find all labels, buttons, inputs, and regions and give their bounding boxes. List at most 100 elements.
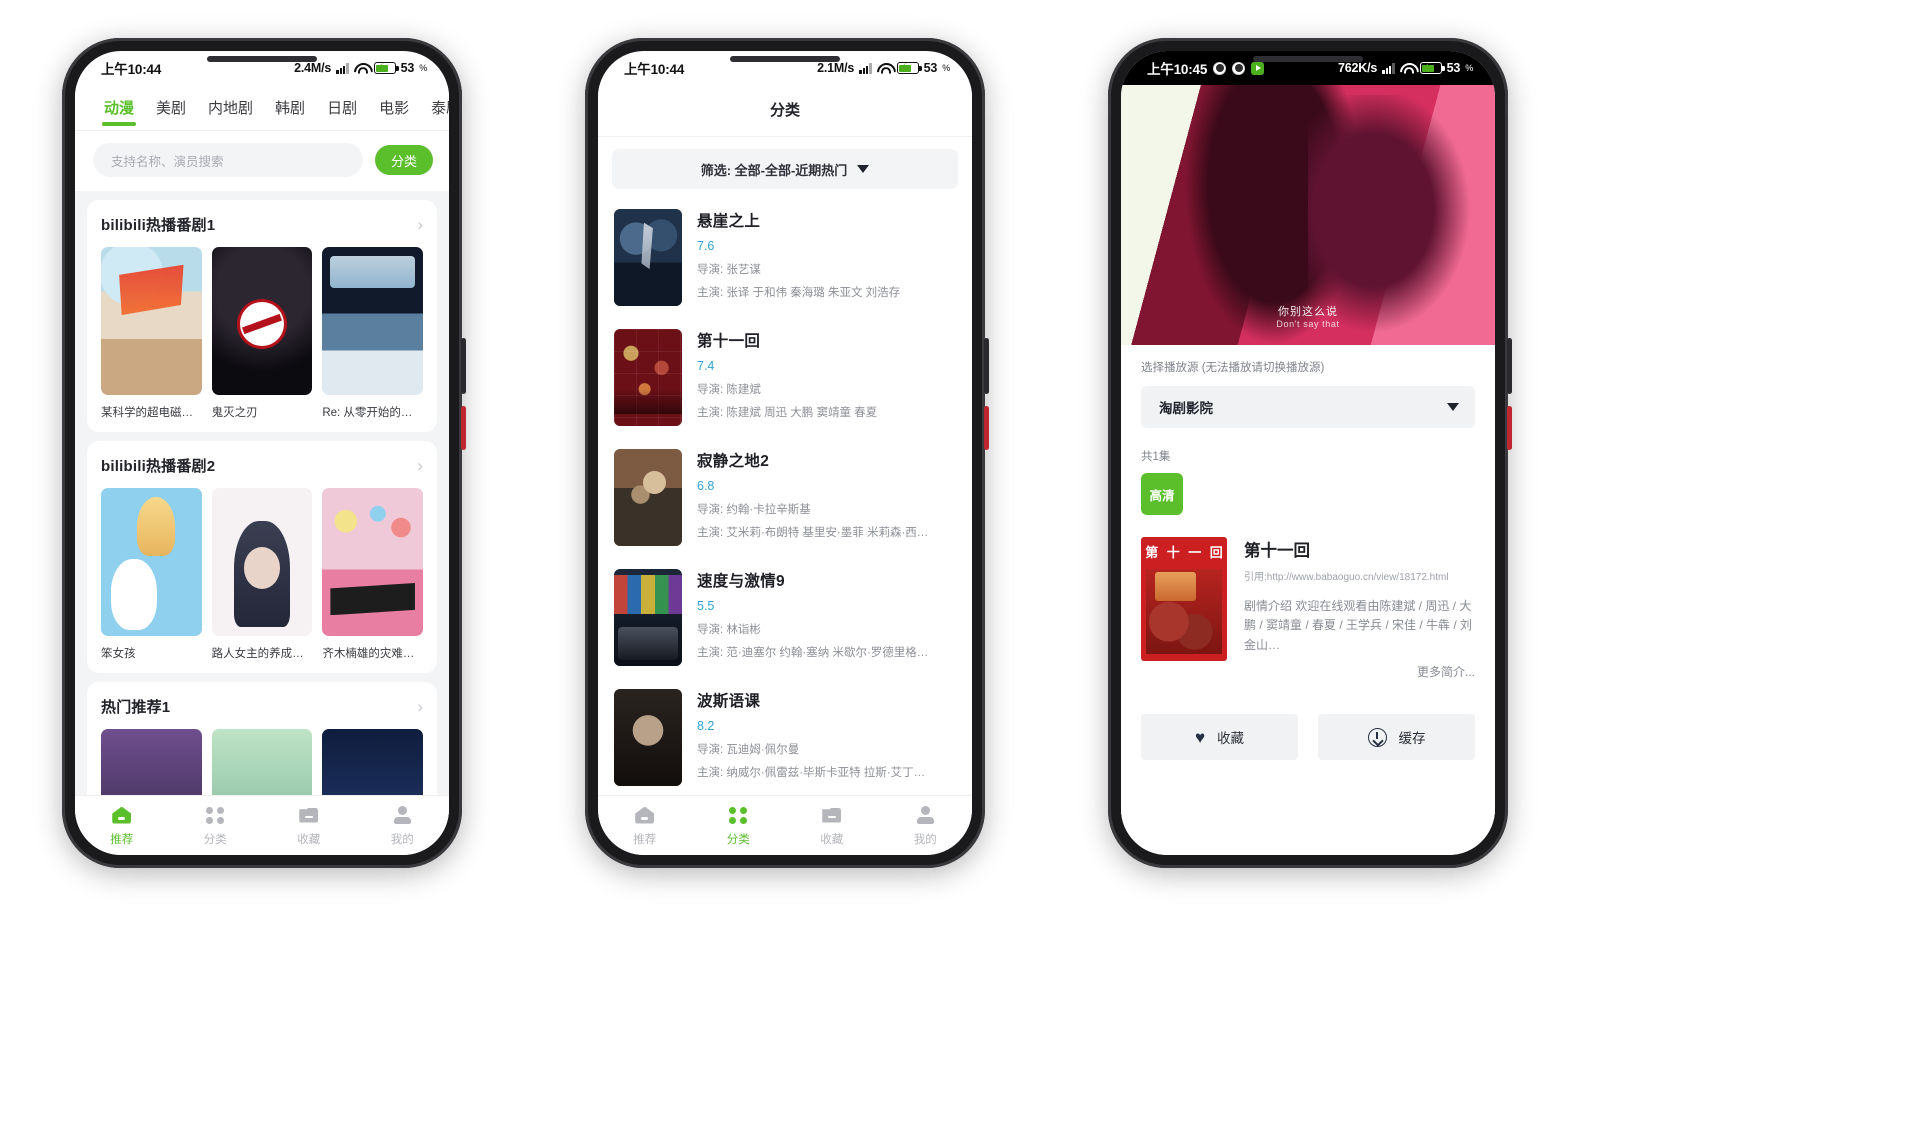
- poster-cell[interactable]: 齐木楠雄的灾难…: [322, 488, 424, 661]
- tab-neidiju[interactable]: 内地剧: [197, 93, 264, 130]
- favorite-button[interactable]: ♥ 收藏: [1141, 714, 1298, 761]
- movie-title: 波斯语课: [697, 693, 761, 710]
- poster-char: 十: [1166, 545, 1180, 560]
- phone3-clock: 上午10:45: [1147, 62, 1208, 77]
- nav-label: 分类: [203, 833, 227, 846]
- user-icon: [915, 805, 936, 826]
- poster-image: [101, 729, 202, 795]
- chevron-down-icon: [1447, 403, 1459, 411]
- section-header[interactable]: bilibili热播番剧1 ›: [101, 214, 423, 235]
- tab-active-underline: [102, 122, 137, 126]
- nav-item-recommend[interactable]: 推荐: [75, 805, 169, 847]
- phone2-power-button[interactable]: [984, 406, 989, 450]
- poster-cell[interactable]: 某科学的超电磁…: [101, 247, 202, 420]
- tab-meiju[interactable]: 美剧: [145, 93, 197, 130]
- tab-donghua[interactable]: 动漫: [93, 93, 145, 130]
- search-placeholder: 支持名称、演员搜索: [111, 154, 224, 169]
- video-player[interactable]: 你别这么说 Don't say that: [1121, 85, 1495, 345]
- phone1-status-left: 上午10:44: [101, 58, 161, 78]
- home-icon: [634, 805, 655, 826]
- chevron-right-icon[interactable]: ›: [417, 216, 423, 233]
- section-header[interactable]: 热门推荐1 ›: [101, 696, 423, 717]
- chevron-right-icon[interactable]: ›: [417, 698, 423, 715]
- movie-score: 5.5: [697, 599, 715, 613]
- detail-title: 第十一回: [1244, 542, 1310, 560]
- movie-info: 第十一回 7.4 导演: 陈建斌 主演: 陈建斌 周迅 大鹏 窦靖童 春夏: [697, 329, 956, 427]
- movie-cast: 主演: 范·迪塞尔 约翰·塞纳 米歇尔·罗德里格…: [697, 647, 929, 659]
- movie-detail-row: 第 十 一 回 第十一回 引用:http://www.babaoguo.cn/v…: [1141, 537, 1475, 680]
- poster-cell[interactable]: 路人女主的养成…: [211, 488, 313, 661]
- nav-label: 推荐: [110, 833, 134, 846]
- movie-director: 导演: 林诣彬: [697, 624, 761, 636]
- cache-button[interactable]: 缓存: [1318, 714, 1475, 761]
- signal-bars-icon: [336, 62, 349, 74]
- heart-icon: ♥: [1194, 727, 1206, 747]
- nav-item-recommend[interactable]: 推荐: [598, 805, 692, 847]
- subtitle-chinese: 你别这么说: [1278, 306, 1338, 318]
- tab-riju[interactable]: 日剧: [316, 93, 368, 130]
- movie-list[interactable]: 悬崖之上 7.6 导演: 张艺谋 主演: 张译 于和伟 秦海璐 朱亚文 刘浩存 …: [598, 193, 972, 795]
- poster-cell[interactable]: Re: 从零开始的…: [322, 247, 424, 420]
- phone2-status-right: 2.1M/s ⚡ 53 %: [817, 61, 950, 75]
- list-item[interactable]: 第十一回 7.4 导演: 陈建斌 主演: 陈建斌 周迅 大鹏 窦靖童 春夏: [598, 319, 972, 439]
- nav-item-mine[interactable]: 我的: [879, 805, 973, 847]
- phone1-battery-percent-sign: %: [419, 63, 427, 73]
- tab-dianying[interactable]: 电影: [368, 93, 420, 130]
- nav-item-favorites[interactable]: 收藏: [785, 805, 879, 847]
- phone2-volume-button[interactable]: [984, 338, 989, 394]
- chevron-right-icon[interactable]: ›: [417, 457, 423, 474]
- subtitle-english: Don't say that: [1276, 319, 1340, 329]
- phone1-clock: 上午10:44: [101, 62, 162, 77]
- search-input[interactable]: 支持名称、演员搜索: [93, 143, 363, 177]
- list-item[interactable]: 悬崖之上 7.6 导演: 张艺谋 主演: 张译 于和伟 秦海璐 朱亚文 刘浩存: [598, 199, 972, 319]
- phone1-net-speed: 2.4M/s: [294, 61, 332, 75]
- poster-image: [322, 247, 424, 395]
- category-button[interactable]: 分类: [375, 145, 433, 175]
- nav-label: 分类: [726, 833, 750, 846]
- detail-poster: 第 十 一 回: [1141, 537, 1227, 661]
- phone1-speaker: [207, 56, 317, 62]
- episode-chip-hd[interactable]: 高清: [1141, 473, 1183, 515]
- nav-item-favorites[interactable]: 收藏: [262, 805, 356, 847]
- poster-cell[interactable]: [101, 729, 202, 795]
- list-item[interactable]: 波斯语课 8.2 导演: 瓦迪姆·佩尔曼 主演: 纳威尔·佩雷兹·毕斯卡亚特 拉…: [598, 679, 972, 795]
- section-header[interactable]: bilibili热播番剧2 ›: [101, 455, 423, 476]
- recommend-feed[interactable]: bilibili热播番剧1 › 某科学的超电磁… 鬼灭之刃 Re: 从零开始的……: [75, 191, 449, 795]
- poster-cell[interactable]: [211, 729, 313, 795]
- page-title: 分类: [598, 85, 972, 137]
- list-item[interactable]: 速度与激情9 5.5 导演: 林诣彬 主演: 范·迪塞尔 约翰·塞纳 米歇尔·罗…: [598, 559, 972, 679]
- nav-item-category[interactable]: 分类: [692, 805, 786, 847]
- section-title: bilibili热播番剧1: [101, 217, 216, 234]
- poster-image: [211, 729, 313, 795]
- detail-description: 剧情介绍 欢迎在线观看由陈建斌 / 周迅 / 大鹏 / 窦靖童 / 春夏 / 王…: [1244, 599, 1473, 652]
- phone3-power-button[interactable]: [1507, 406, 1512, 450]
- tab-taiju[interactable]: 泰剧: [420, 93, 449, 130]
- source-selector-label: 选择播放源 (无法播放请切换播放源): [1141, 362, 1325, 374]
- nav-label: 推荐: [633, 833, 657, 846]
- phone1-screen: 上午10:44 2.4M/s ⚡ 53 % 动漫 美剧 内地剧 韩剧 日剧 电影…: [75, 51, 449, 855]
- nav-item-category[interactable]: 分类: [169, 805, 263, 847]
- movie-info: 波斯语课 8.2 导演: 瓦迪姆·佩尔曼 主演: 纳威尔·佩雷兹·毕斯卡亚特 拉…: [697, 689, 956, 787]
- phone3-volume-button[interactable]: [1507, 338, 1512, 394]
- phone2-battery-level: 53: [923, 61, 938, 75]
- tab-hanju[interactable]: 韩剧: [264, 93, 316, 130]
- movie-director: 导演: 约翰·卡拉辛斯基: [697, 504, 811, 516]
- download-icon: [1367, 727, 1387, 747]
- phone1-power-button[interactable]: [461, 406, 466, 450]
- more-synopsis-link[interactable]: 更多简介...: [1244, 663, 1475, 680]
- section-title: 热门推荐1: [101, 699, 171, 716]
- filter-dropdown[interactable]: 筛选: 全部-全部-近期热门: [612, 149, 958, 189]
- nav-item-mine[interactable]: 我的: [356, 805, 450, 847]
- movie-info: 悬崖之上 7.6 导演: 张艺谋 主演: 张译 于和伟 秦海璐 朱亚文 刘浩存: [697, 209, 956, 307]
- poster-cell[interactable]: [322, 729, 424, 795]
- phone3-battery-level: 53: [1446, 61, 1461, 75]
- phone1-volume-button[interactable]: [461, 338, 466, 394]
- list-item[interactable]: 寂静之地2 6.8 导演: 约翰·卡拉辛斯基 主演: 艾米莉·布朗特 基里安·墨…: [598, 439, 972, 559]
- poster-cell[interactable]: 鬼灭之刃: [211, 247, 313, 420]
- poster-title: 某科学的超电磁…: [101, 407, 193, 419]
- section-title: bilibili热播番剧2: [101, 458, 216, 475]
- source-selector[interactable]: 淘剧影院: [1141, 386, 1475, 428]
- poster-cell[interactable]: 笨女孩: [101, 488, 202, 661]
- search-row: 支持名称、演员搜索 分类: [75, 131, 449, 191]
- grid-icon: [205, 805, 226, 826]
